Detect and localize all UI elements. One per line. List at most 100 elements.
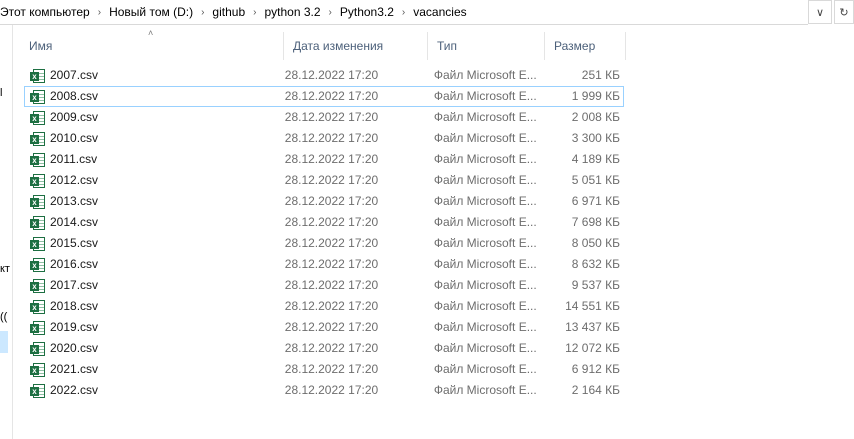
file-date: 28.12.2022 17:20 bbox=[284, 68, 379, 82]
excel-csv-file-icon: x bbox=[30, 257, 46, 273]
file-date: 28.12.2022 17:20 bbox=[284, 215, 379, 229]
nav-item-fragment[interactable]: l bbox=[0, 87, 2, 99]
file-size: 8 050 КБ bbox=[571, 236, 620, 250]
file-name: 2014.csv bbox=[50, 215, 99, 229]
file-name-cell[interactable]: x 2009.csv bbox=[24, 107, 277, 128]
file-name: 2008.csv bbox=[50, 89, 99, 103]
file-size: 3 300 КБ bbox=[571, 131, 620, 145]
file-name-cell[interactable]: x 2014.csv bbox=[24, 212, 277, 233]
file-date: 28.12.2022 17:20 bbox=[284, 131, 379, 145]
excel-csv-file-icon: x bbox=[30, 383, 46, 399]
file-row[interactable]: x 2016.csv 28.12.2022 17:20 Файл Microsoft … bbox=[24, 254, 624, 275]
file-name-cell[interactable]: x 2021.csv bbox=[24, 359, 277, 380]
file-type: Файл Microsoft E... bbox=[433, 299, 537, 313]
file-size: 12 072 КБ bbox=[565, 341, 620, 355]
refresh-icon: ↻ bbox=[839, 6, 849, 19]
file-name-cell[interactable]: x 2010.csv bbox=[24, 128, 277, 149]
file-name-cell[interactable]: x 2008.csv bbox=[24, 86, 277, 107]
chevron-right-icon[interactable]: › bbox=[94, 7, 105, 18]
file-date: 28.12.2022 17:20 bbox=[284, 236, 379, 250]
column-header-size[interactable]: Размер bbox=[545, 32, 626, 60]
excel-csv-file-icon: x bbox=[30, 173, 46, 189]
file-type: Файл Microsoft E... bbox=[433, 257, 537, 271]
file-row[interactable]: x 2019.csv 28.12.2022 17:20 Файл Microsoft … bbox=[24, 317, 624, 338]
file-size: 9 537 КБ bbox=[571, 278, 620, 292]
chevron-right-icon[interactable]: › bbox=[249, 7, 260, 18]
file-row[interactable]: x 2022.csv 28.12.2022 17:20 Файл Microsoft … bbox=[24, 380, 624, 401]
excel-csv-file-icon: x bbox=[30, 110, 46, 126]
file-row[interactable]: x 2013.csv 28.12.2022 17:20 Файл Microsoft … bbox=[24, 191, 624, 212]
file-size: 2 008 КБ bbox=[571, 110, 620, 124]
column-header-name[interactable]: Имя bbox=[20, 32, 284, 60]
file-type: Файл Microsoft E... bbox=[433, 278, 537, 292]
file-name: 2019.csv bbox=[50, 320, 99, 334]
excel-csv-file-icon: x bbox=[30, 131, 46, 147]
chevron-down-icon: ∨ bbox=[815, 6, 825, 19]
excel-csv-file-icon: x bbox=[30, 362, 46, 378]
breadcrumb-vacancies[interactable]: vacancies bbox=[409, 5, 470, 19]
address-dropdown-button[interactable]: ∨ bbox=[808, 0, 832, 24]
breadcrumb-this-pc[interactable]: Этот компьютер bbox=[0, 5, 94, 19]
chevron-right-icon[interactable]: › bbox=[325, 7, 336, 18]
excel-csv-file-icon: x bbox=[30, 278, 46, 294]
file-date: 28.12.2022 17:20 bbox=[284, 110, 379, 124]
excel-csv-file-icon: x bbox=[30, 299, 46, 315]
file-row[interactable]: x 2010.csv 28.12.2022 17:20 Файл Microsoft … bbox=[24, 128, 624, 149]
file-name-cell[interactable]: x 2013.csv bbox=[24, 191, 277, 212]
file-size: 6 971 КБ bbox=[571, 194, 620, 208]
file-type: Файл Microsoft E... bbox=[433, 236, 537, 250]
breadcrumb-python-3-2[interactable]: python 3.2 bbox=[260, 5, 324, 19]
excel-csv-file-icon: x bbox=[30, 68, 46, 84]
file-row[interactable]: x 2020.csv 28.12.2022 17:20 Файл Microsoft … bbox=[24, 338, 624, 359]
file-row[interactable]: x 2007.csv 28.12.2022 17:20 Файл Microsoft … bbox=[24, 65, 624, 86]
chevron-right-icon[interactable]: › bbox=[197, 7, 208, 18]
file-type: Файл Microsoft E... bbox=[433, 173, 537, 187]
file-date: 28.12.2022 17:20 bbox=[284, 257, 379, 271]
file-row[interactable]: x 2017.csv 28.12.2022 17:20 Файл Microsoft … bbox=[24, 275, 624, 296]
excel-csv-file-icon: x bbox=[30, 152, 46, 168]
file-type: Файл Microsoft E... bbox=[433, 110, 537, 124]
file-type: Файл Microsoft E... bbox=[433, 194, 537, 208]
file-name-cell[interactable]: x 2022.csv bbox=[24, 380, 277, 401]
file-name-cell[interactable]: x 2012.csv bbox=[24, 170, 277, 191]
file-type: Файл Microsoft E... bbox=[433, 152, 537, 166]
file-name-cell[interactable]: x 2017.csv bbox=[24, 275, 277, 296]
column-header-date[interactable]: Дата изменения bbox=[284, 32, 428, 60]
file-name: 2011.csv bbox=[50, 152, 98, 166]
file-date: 28.12.2022 17:20 bbox=[284, 152, 379, 166]
file-name: 2020.csv bbox=[50, 341, 99, 355]
file-name-cell[interactable]: x 2011.csv bbox=[24, 149, 277, 170]
file-name-cell[interactable]: x 2015.csv bbox=[24, 233, 277, 254]
file-name-cell[interactable]: x 2019.csv bbox=[24, 317, 277, 338]
file-row[interactable]: x 2015.csv 28.12.2022 17:20 Файл Microsoft … bbox=[24, 233, 624, 254]
file-row[interactable]: x 2011.csv 28.12.2022 17:20 Файл Microsoft … bbox=[24, 149, 624, 170]
address-bar[interactable]: Этот компьютер › Новый том (D:) › github… bbox=[0, 0, 808, 25]
chevron-right-icon[interactable]: › bbox=[398, 7, 409, 18]
file-row[interactable]: x 2012.csv 28.12.2022 17:20 Файл Microsoft … bbox=[24, 170, 624, 191]
nav-item-fragment[interactable]: (( bbox=[0, 311, 7, 323]
column-header-type[interactable]: Тип bbox=[428, 32, 545, 60]
file-row[interactable]: x 2014.csv 28.12.2022 17:20 Файл Microsoft … bbox=[24, 212, 624, 233]
file-name-cell[interactable]: x 2016.csv bbox=[24, 254, 277, 275]
file-row[interactable]: x 2021.csv 28.12.2022 17:20 Файл Microsoft … bbox=[24, 359, 624, 380]
breadcrumb-github[interactable]: github bbox=[208, 5, 249, 19]
file-name-cell[interactable]: x 2007.csv bbox=[24, 65, 277, 86]
file-row[interactable]: x 2008.csv 28.12.2022 17:20 Файл Microsoft … bbox=[24, 86, 624, 107]
breadcrumb-python3-2[interactable]: Python3.2 bbox=[336, 5, 398, 19]
refresh-button[interactable]: ↻ bbox=[834, 0, 854, 24]
file-size: 2 164 КБ bbox=[571, 383, 620, 397]
file-date: 28.12.2022 17:20 bbox=[284, 383, 379, 397]
navigation-pane[interactable]: l кт (( bbox=[0, 25, 13, 439]
file-name-cell[interactable]: x 2020.csv bbox=[24, 338, 277, 359]
file-name: 2009.csv bbox=[50, 110, 99, 124]
nav-selected-item[interactable] bbox=[0, 331, 8, 353]
file-size: 7 698 КБ bbox=[571, 215, 620, 229]
file-name: 2016.csv bbox=[50, 257, 99, 271]
nav-item-fragment[interactable]: кт bbox=[0, 263, 10, 275]
file-name-cell[interactable]: x 2018.csv bbox=[24, 296, 277, 317]
file-name: 2015.csv bbox=[50, 236, 99, 250]
file-row[interactable]: x 2009.csv 28.12.2022 17:20 Файл Microsoft … bbox=[24, 107, 624, 128]
breadcrumb-drive-d[interactable]: Новый том (D:) bbox=[105, 5, 197, 19]
file-row[interactable]: x 2018.csv 28.12.2022 17:20 Файл Microsoft … bbox=[24, 296, 624, 317]
file-date: 28.12.2022 17:20 bbox=[284, 278, 379, 292]
